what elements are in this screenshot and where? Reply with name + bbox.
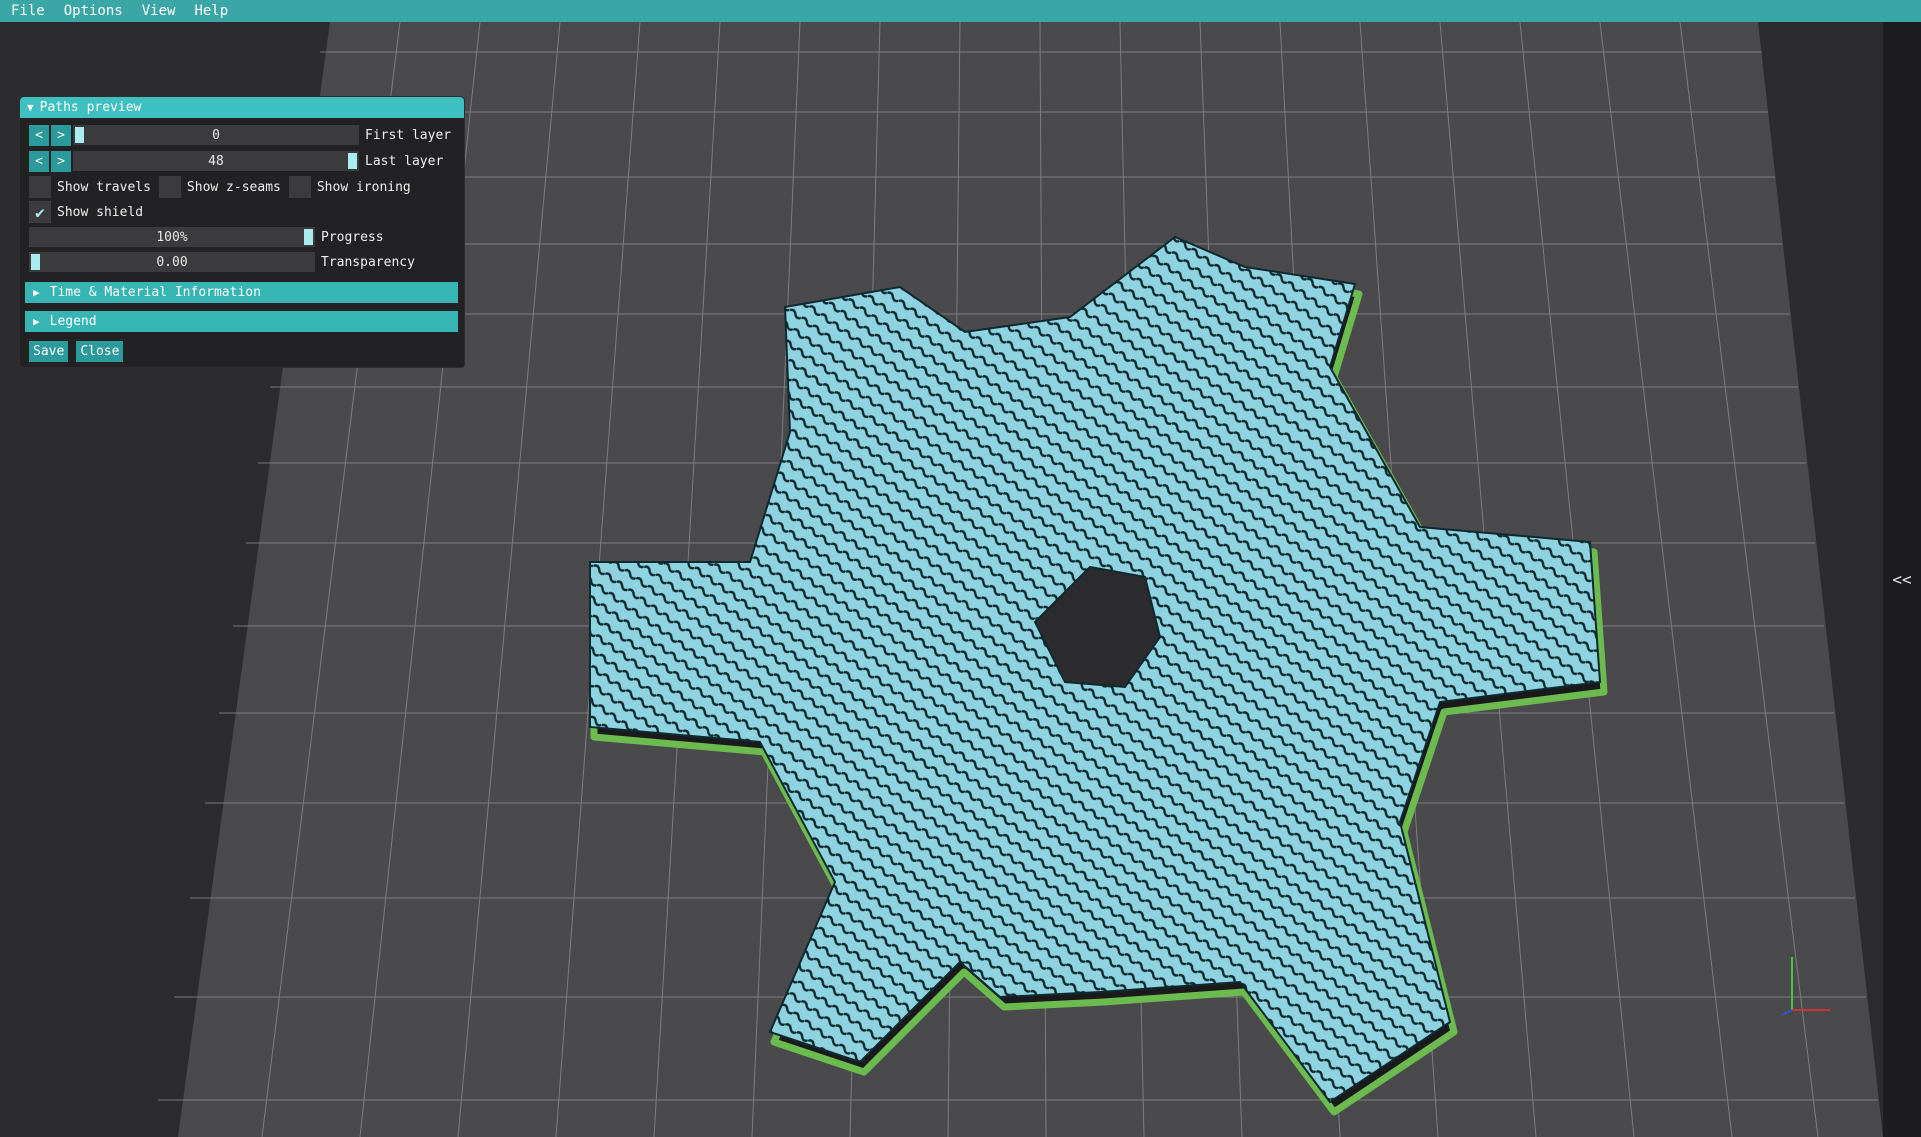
show-ironing-label: Show ironing: [316, 179, 411, 195]
legend-section-label: Legend: [49, 314, 97, 329]
show-travels-label: Show travels: [57, 179, 151, 195]
last-layer-slider[interactable]: 48: [73, 151, 359, 171]
progress-value: 100%: [156, 229, 188, 245]
menu-options[interactable]: Options: [56, 0, 131, 22]
transparency-value: 0.00: [156, 254, 188, 270]
shield-row: ✔ Show shield: [29, 201, 151, 223]
slider-handle[interactable]: [31, 254, 40, 270]
legend-section-header[interactable]: ▶ Legend: [25, 311, 458, 332]
show-shield-checkbox[interactable]: ✔: [29, 201, 51, 223]
progress-row: 100% Progress: [29, 226, 384, 248]
last-layer-prev-button[interactable]: <: [29, 150, 49, 172]
checkmark-icon: ✔: [35, 202, 45, 222]
menu-help[interactable]: Help: [186, 0, 236, 22]
last-layer-value: 48: [208, 153, 224, 169]
panel-title-bar[interactable]: ▼ Paths preview: [20, 97, 464, 118]
last-layer-next-button[interactable]: >: [51, 150, 71, 172]
close-button[interactable]: Close: [76, 340, 124, 362]
progress-label: Progress: [321, 229, 384, 245]
panel-buttons-row: Save Close: [29, 340, 131, 362]
time-material-section-label: Time & Material Information: [49, 285, 261, 300]
first-layer-row: < > 0 First layer: [29, 124, 451, 146]
slider-handle[interactable]: [348, 153, 357, 169]
paths-preview-panel: ▼ Paths preview < > 0 First layer < > 48…: [19, 96, 465, 368]
first-layer-slider[interactable]: 0: [73, 125, 359, 145]
show-zseams-checkbox[interactable]: [158, 176, 181, 198]
panel-title: Paths preview: [39, 100, 142, 115]
transparency-label: Transparency: [321, 254, 415, 270]
show-shield-label: Show shield: [57, 204, 144, 220]
triangle-right-icon: ▶: [33, 315, 40, 328]
first-layer-prev-button[interactable]: <: [29, 124, 49, 146]
show-ironing-checkbox[interactable]: [288, 176, 311, 198]
triangle-right-icon: ▶: [33, 286, 40, 299]
toggles-row: Show travels Show z-seams Show ironing: [29, 176, 419, 198]
menu-view[interactable]: View: [134, 0, 184, 22]
menu-file[interactable]: File: [3, 0, 53, 22]
last-layer-row: < > 48 Last layer: [29, 150, 443, 172]
transparency-slider[interactable]: 0.00: [29, 252, 315, 272]
progress-slider[interactable]: 100%: [29, 227, 315, 247]
time-material-section-header[interactable]: ▶ Time & Material Information: [25, 282, 458, 303]
sidebar-toggle-button[interactable]: <<: [1883, 22, 1921, 1137]
save-button[interactable]: Save: [29, 340, 69, 362]
first-layer-value: 0: [212, 127, 220, 143]
first-layer-next-button[interactable]: >: [51, 124, 71, 146]
show-travels-checkbox[interactable]: [29, 176, 51, 198]
last-layer-label: Last layer: [365, 153, 444, 169]
first-layer-label: First layer: [365, 127, 452, 143]
transparency-row: 0.00 Transparency: [29, 251, 415, 273]
slider-handle[interactable]: [75, 127, 84, 143]
triangle-down-icon: ▼: [27, 101, 34, 114]
show-zseams-label: Show z-seams: [186, 179, 281, 195]
menu-bar: File Options View Help: [0, 0, 1921, 22]
slider-handle[interactable]: [304, 229, 313, 245]
